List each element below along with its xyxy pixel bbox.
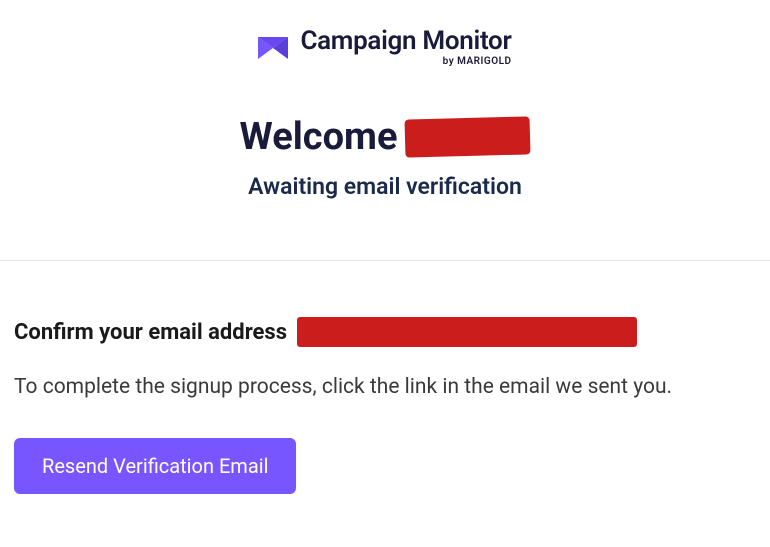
confirm-line: Confirm your email address bbox=[14, 317, 756, 347]
welcome-block: Welcome Awaiting email verification bbox=[0, 115, 770, 200]
brand-header: Campaign Monitor by MARIGOLD bbox=[0, 0, 770, 67]
brand-text: Campaign Monitor by MARIGOLD bbox=[300, 28, 511, 67]
content-section: Confirm your email address To complete t… bbox=[0, 261, 770, 494]
brand-byline: by MARIGOLD bbox=[300, 57, 511, 67]
resend-verification-button[interactable]: Resend Verification Email bbox=[14, 438, 296, 494]
confirm-label: Confirm your email address bbox=[14, 320, 287, 345]
welcome-subtitle: Awaiting email verification bbox=[0, 173, 770, 200]
redacted-email bbox=[297, 317, 637, 347]
brand-name: Campaign Monitor bbox=[300, 28, 511, 54]
welcome-line: Welcome bbox=[0, 115, 770, 159]
campaign-monitor-logo-icon bbox=[258, 37, 288, 59]
instruction-text: To complete the signup process, click th… bbox=[14, 373, 756, 402]
redacted-name bbox=[405, 116, 531, 157]
welcome-title: Welcome bbox=[240, 115, 398, 159]
